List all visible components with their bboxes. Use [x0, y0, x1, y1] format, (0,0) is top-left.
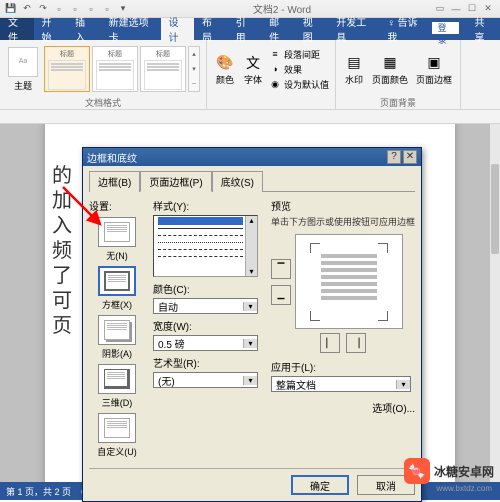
- preview-hint: 单击下方图示或使用按钮可应用边框: [271, 215, 415, 228]
- ruler: [0, 110, 500, 124]
- options-button[interactable]: 选项(O)...: [271, 400, 415, 415]
- art-label: 艺术型(R):: [153, 355, 263, 370]
- tab-insert[interactable]: 插入: [67, 18, 101, 40]
- dialog-tabs: 边框(B) 页面边框(P) 底纹(S): [83, 166, 421, 191]
- default-icon: ◉: [269, 78, 281, 90]
- minimize-icon[interactable]: —: [448, 4, 464, 14]
- tab-tellme[interactable]: ♀ 告诉我: [379, 18, 430, 40]
- tab-start[interactable]: 开始: [34, 18, 68, 40]
- tab-ref[interactable]: 引用: [228, 18, 262, 40]
- setting-shadow[interactable]: 阴影(A): [89, 315, 145, 360]
- group-label: 页面背景: [342, 96, 454, 108]
- style-thumb[interactable]: 标题: [140, 46, 186, 92]
- colors-icon: 🎨: [215, 53, 235, 73]
- watermark-icon: ▤: [344, 53, 364, 73]
- apply-label: 应用于(L):: [271, 359, 415, 374]
- dialog-title: 边框和底纹: [87, 150, 385, 165]
- style-listbox[interactable]: ▴▾: [153, 215, 258, 277]
- close-icon[interactable]: ✕: [403, 150, 417, 164]
- border-bottom-button[interactable]: ▁: [271, 285, 291, 305]
- brand-icon: 🍬: [404, 458, 430, 484]
- tab-file[interactable]: 文件: [0, 18, 34, 40]
- width-combo[interactable]: 0.5 磅▾: [153, 335, 258, 351]
- setting-none[interactable]: 无(N): [89, 217, 145, 262]
- border-right-button[interactable]: ▕: [346, 333, 366, 353]
- tab-newtab[interactable]: 新建选项卡: [101, 18, 161, 40]
- page-color-button[interactable]: ▦页面颜色: [370, 51, 410, 88]
- style-thumb[interactable]: 标题: [92, 46, 138, 92]
- setting-box[interactable]: 方框(X): [89, 266, 145, 311]
- style-gallery: 标题 标题 标题 ▴▾⎯: [44, 46, 200, 92]
- share-button[interactable]: 共享: [466, 18, 500, 40]
- colors-button[interactable]: 🎨颜色: [213, 51, 237, 88]
- themes-button[interactable]: Aa 主题: [6, 44, 40, 94]
- preview-area[interactable]: [295, 234, 403, 329]
- border-top-button[interactable]: ▔: [271, 259, 291, 279]
- brand-url: www.bxtdz.com: [436, 484, 492, 493]
- login-button[interactable]: 登录: [431, 21, 461, 35]
- chevron-down-icon: ▾: [396, 380, 410, 389]
- art-combo[interactable]: (无)▾: [153, 372, 258, 388]
- border-left-button[interactable]: ▏: [320, 333, 340, 353]
- borders-shading-dialog: 边框和底纹 ? ✕ 边框(B) 页面边框(P) 底纹(S) 设置: 无(N) 方…: [82, 147, 422, 502]
- fonts-button[interactable]: 文字体: [241, 51, 265, 88]
- tab-mail[interactable]: 邮件: [261, 18, 295, 40]
- pagecolor-icon: ▦: [380, 53, 400, 73]
- tab-review[interactable]: 视图: [295, 18, 329, 40]
- listbox-scrollbar[interactable]: ▴▾: [245, 216, 257, 276]
- fonts-icon: 文: [243, 53, 263, 73]
- tab-page-border[interactable]: 页面边框(P): [140, 171, 211, 192]
- color-combo[interactable]: 自动▾: [153, 298, 258, 314]
- width-label: 宽度(W):: [153, 318, 263, 333]
- ribbon-options-icon[interactable]: ▭: [432, 3, 448, 14]
- setting-custom[interactable]: 自定义(U): [89, 413, 145, 458]
- doc-char: 页: [52, 309, 72, 338]
- chevron-down-icon: ▾: [243, 376, 257, 385]
- tab-shading[interactable]: 底纹(S): [212, 171, 263, 192]
- pageborder-icon: ▣: [424, 53, 444, 73]
- chevron-down-icon: ▾: [243, 302, 257, 311]
- color-label: 颜色(C):: [153, 281, 263, 296]
- ok-button[interactable]: 确定: [291, 475, 349, 495]
- tab-layout[interactable]: 布局: [194, 18, 228, 40]
- maximize-icon[interactable]: ☐: [464, 3, 480, 14]
- tab-dev[interactable]: 开发工具: [328, 18, 379, 40]
- set-default-button[interactable]: ◉设为默认值: [269, 77, 329, 92]
- chevron-down-icon: ▾: [243, 339, 257, 348]
- brand-name: 冰糖安卓网: [434, 463, 494, 480]
- apply-combo[interactable]: 整篇文档▾: [271, 376, 411, 392]
- watermark-button[interactable]: ▤水印: [342, 51, 366, 88]
- style-label: 样式(Y):: [153, 198, 263, 213]
- group-label: 文档格式: [6, 96, 200, 108]
- effects-icon: ◑: [269, 63, 281, 75]
- ribbon: Aa 主题 标题 标题 标题 ▴▾⎯ 文档格式 🎨颜色 文字体 ≡段落间距 ◑效…: [0, 40, 500, 110]
- effects-button[interactable]: ◑效果: [269, 62, 329, 77]
- page-border-button[interactable]: ▣页面边框: [414, 51, 454, 88]
- settings-label: 设置:: [89, 198, 145, 213]
- themes-icon: Aa: [8, 47, 38, 77]
- tab-border[interactable]: 边框(B): [89, 171, 140, 192]
- site-watermark: 🍬 冰糖安卓网 www.bxtdz.com: [404, 458, 494, 484]
- ribbon-tabs: 文件 开始 插入 新建选项卡 设计 布局 引用 邮件 视图 开发工具 ♀ 告诉我…: [0, 18, 500, 40]
- close-icon[interactable]: ✕: [480, 3, 496, 14]
- status-page[interactable]: 第 1 页，共 2 页: [6, 485, 71, 498]
- paragraph-spacing-button[interactable]: ≡段落间距: [269, 47, 329, 62]
- style-thumb[interactable]: 标题: [44, 46, 90, 92]
- tab-design[interactable]: 设计: [161, 18, 195, 40]
- setting-3d[interactable]: 三维(D): [89, 364, 145, 409]
- gallery-more-icon[interactable]: ▴▾⎯: [188, 46, 200, 92]
- help-icon[interactable]: ?: [387, 150, 401, 164]
- spacing-icon: ≡: [269, 48, 281, 60]
- preview-label: 预览: [271, 198, 415, 213]
- dialog-titlebar[interactable]: 边框和底纹 ? ✕: [83, 148, 421, 166]
- vertical-scrollbar[interactable]: [490, 124, 500, 482]
